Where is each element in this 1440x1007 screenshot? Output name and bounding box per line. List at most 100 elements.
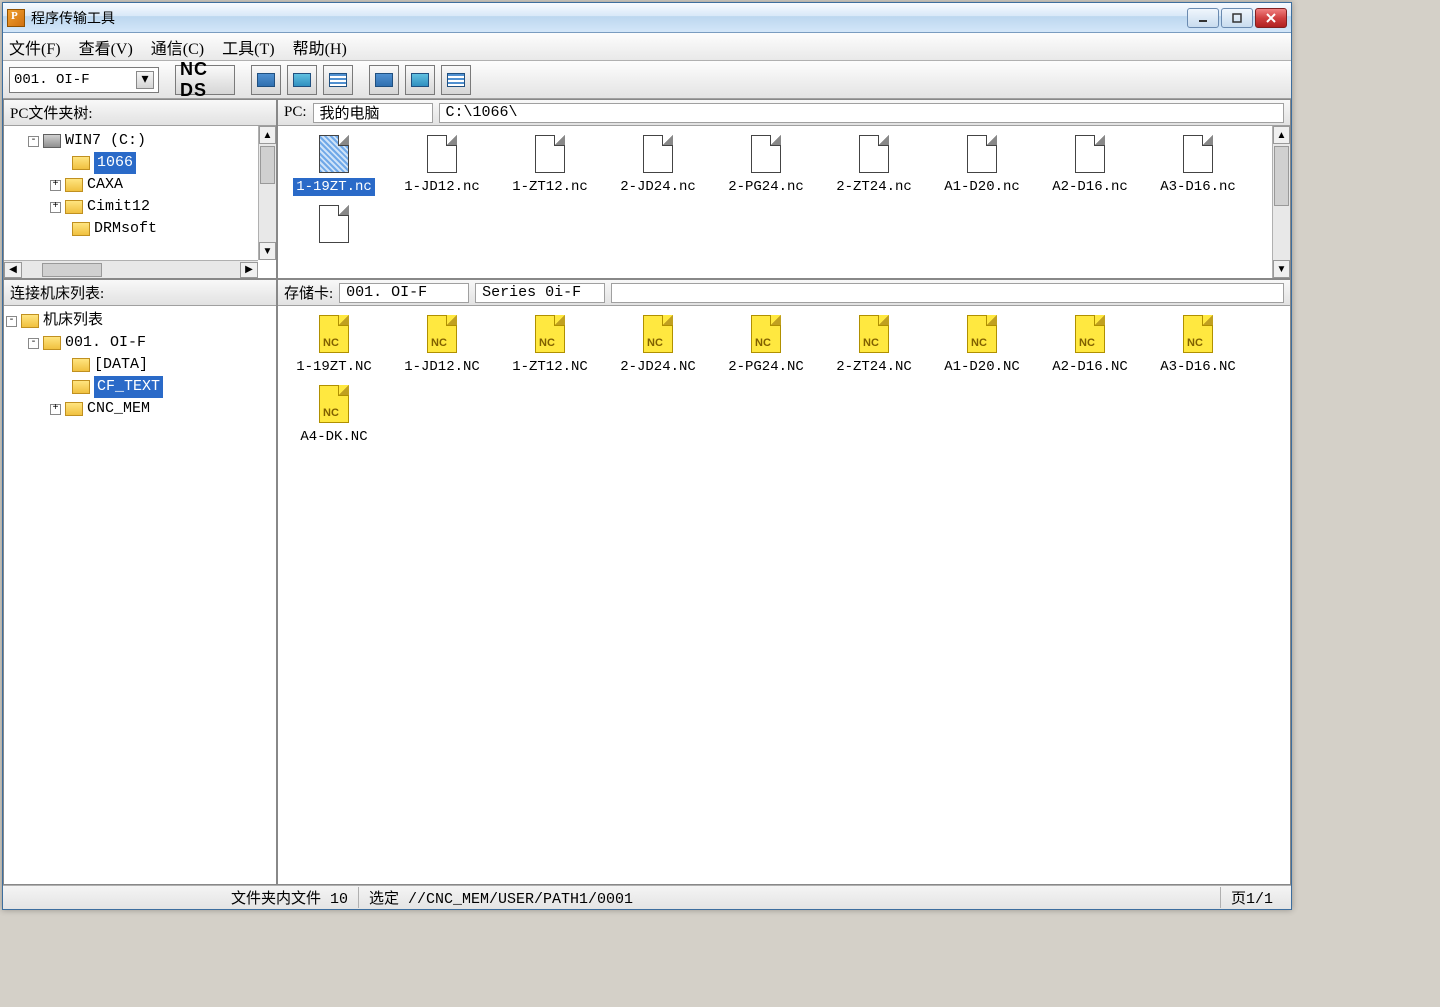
menu-comm[interactable]: 通信(C) (151, 35, 204, 59)
expander-icon[interactable]: - (28, 338, 39, 349)
toolbar-view1-button[interactable] (251, 65, 281, 95)
nc-ds-toggle[interactable]: NC DS (175, 65, 235, 95)
tree-node-label: WIN7 (C:) (65, 130, 146, 152)
file-item[interactable]: 1-ZT12.nc (498, 132, 602, 198)
file-item[interactable]: A1-D20.NC (930, 312, 1034, 378)
file-item[interactable]: A2-D16.nc (1038, 132, 1142, 198)
tree-node[interactable]: -机床列表 (6, 310, 274, 332)
pc-tree-header-label: PC文件夹树: (10, 102, 93, 123)
file-label: 1-JD12.nc (401, 178, 483, 196)
document-icon (643, 135, 673, 173)
status-page: 页1/1 (1220, 887, 1283, 908)
tree-node[interactable]: +CAXA (6, 174, 256, 196)
file-item[interactable]: 1-19ZT.nc (282, 132, 386, 198)
machine-list-panel: 连接机床列表: -机床列表-001. OI-F[DATA]CF_TEXT+CNC… (3, 279, 277, 885)
tree-node[interactable]: -001. OI-F (6, 332, 274, 354)
toolbar-view3-button[interactable] (323, 65, 353, 95)
file-item[interactable]: 2-PG24.nc (714, 132, 818, 198)
file-item[interactable]: 1-JD12.nc (390, 132, 494, 198)
folder-icon (21, 314, 39, 328)
vertical-scrollbar[interactable]: ▲ ▼ (1272, 126, 1290, 278)
nc-file-icon (1075, 315, 1105, 353)
folder-icon (72, 380, 90, 394)
maximize-button[interactable] (1221, 8, 1253, 28)
tree-node[interactable]: [DATA] (6, 354, 274, 376)
tree-node[interactable]: DRMsoft (6, 218, 256, 240)
file-item[interactable]: A4-DK.NC (282, 382, 386, 448)
menu-file[interactable]: 文件(F) (9, 35, 61, 59)
scroll-left-icon[interactable]: ◀ (4, 262, 22, 278)
storage-empty-field (611, 283, 1284, 303)
status-bar: 文件夹内文件 10 选定 //CNC_MEM/USER/PATH1/0001 页… (3, 885, 1291, 909)
file-item[interactable]: 2-JD24.NC (606, 312, 710, 378)
nc-file-icon (643, 315, 673, 353)
storage-system-field: 001. OI-F (339, 283, 469, 303)
toolbar-view4-button[interactable] (369, 65, 399, 95)
tree-node[interactable]: + CNC_MEM (6, 398, 274, 420)
file-item[interactable]: 1-ZT12.NC (498, 312, 602, 378)
document-icon (535, 135, 565, 173)
expander-icon[interactable]: + (50, 404, 61, 415)
menu-tool[interactable]: 工具(T) (222, 35, 274, 59)
horizontal-scrollbar[interactable]: ◀ ▶ (4, 260, 258, 278)
expander-icon[interactable]: + (50, 202, 61, 213)
tree-node[interactable]: - WIN7 (C:) (6, 130, 256, 152)
expander-icon[interactable]: + (50, 180, 61, 191)
menu-view[interactable]: 查看(V) (79, 35, 133, 59)
file-label: 2-ZT24.NC (833, 358, 915, 376)
file-item[interactable]: 2-ZT24.nc (822, 132, 926, 198)
document-icon (751, 135, 781, 173)
drive-icon (43, 134, 61, 148)
storage-card-label: 存储卡: (284, 282, 333, 303)
tree-node-label: CF_TEXT (94, 376, 163, 398)
nc-file-icon (859, 315, 889, 353)
scroll-thumb[interactable] (260, 146, 275, 184)
storage-file-body[interactable]: 1-19ZT.NC1-JD12.NC1-ZT12.NC 2-JD24.NC 2-PG… (278, 306, 1290, 884)
vertical-scrollbar[interactable]: ▲ ▼ (258, 126, 276, 260)
expander-icon[interactable]: - (28, 136, 39, 147)
app-window: 程序传输工具 文件(F) 查看(V) 通信(C) 工具(T) 帮助(H) 001… (2, 2, 1292, 910)
tree-node[interactable]: CF_TEXT (6, 376, 274, 398)
machine-tree-body[interactable]: -机床列表-001. OI-F[DATA]CF_TEXT + CNC_MEM (4, 306, 276, 884)
pc-file-body[interactable]: 1-19ZT.nc 1-JD12.nc 1-ZT12.nc2-JD24.nc 2-PG… (278, 126, 1290, 278)
scroll-down-icon[interactable]: ▼ (1273, 260, 1290, 278)
system-select-combo[interactable]: 001. OI-F ▾ (9, 67, 159, 93)
nc-file-icon (1183, 315, 1213, 353)
file-item[interactable]: A1-D20.nc (930, 132, 1034, 198)
file-item[interactable]: 2-ZT24.NC (822, 312, 926, 378)
file-item[interactable]: A3-D16.nc (1146, 132, 1250, 198)
file-item[interactable]: 2-PG24.NC (714, 312, 818, 378)
tree-node[interactable]: +Cimit12 (6, 196, 256, 218)
toolbar-view5-button[interactable] (405, 65, 435, 95)
close-button[interactable] (1255, 8, 1287, 28)
toolbar-view6-button[interactable] (441, 65, 471, 95)
file-item[interactable]: 1-JD12.NC (390, 312, 494, 378)
file-item[interactable]: A3-D16.NC (1146, 312, 1250, 378)
file-item[interactable]: 1-19ZT.NC (282, 312, 386, 378)
file-label: 2-PG24.NC (725, 358, 807, 376)
scroll-up-icon[interactable]: ▲ (259, 126, 276, 144)
tree-node-label: [DATA] (94, 354, 148, 376)
scroll-thumb[interactable] (1274, 146, 1289, 206)
minimize-button[interactable] (1187, 8, 1219, 28)
toolbar-view2-button[interactable] (287, 65, 317, 95)
file-item[interactable]: A2-D16.NC (1038, 312, 1142, 378)
tree-node[interactable]: 1066 (6, 152, 256, 174)
document-icon (1075, 135, 1105, 173)
scroll-right-icon[interactable]: ▶ (240, 262, 258, 278)
file-label: 2-JD24.NC (617, 358, 699, 376)
tree-node-label: CNC_MEM (87, 398, 150, 420)
scroll-thumb-h[interactable] (42, 263, 102, 277)
file-label: 2-PG24.nc (725, 178, 807, 196)
pc-tree-body[interactable]: - WIN7 (C:)1066+CAXA+Cimit12DRMsoft ▲ ▼ ◀… (4, 126, 276, 278)
expander-icon[interactable]: - (6, 316, 17, 327)
scroll-up-icon[interactable]: ▲ (1273, 126, 1290, 144)
app-icon (7, 9, 25, 27)
tree-node-label: 1066 (94, 152, 136, 174)
status-selected-path: 选定 //CNC_MEM/USER/PATH1/0001 (358, 887, 643, 908)
file-item[interactable] (282, 202, 386, 246)
scroll-down-icon[interactable]: ▼ (259, 242, 276, 260)
menu-help[interactable]: 帮助(H) (293, 35, 347, 59)
file-item[interactable]: 2-JD24.nc (606, 132, 710, 198)
file-label: A1-D20.NC (941, 358, 1023, 376)
